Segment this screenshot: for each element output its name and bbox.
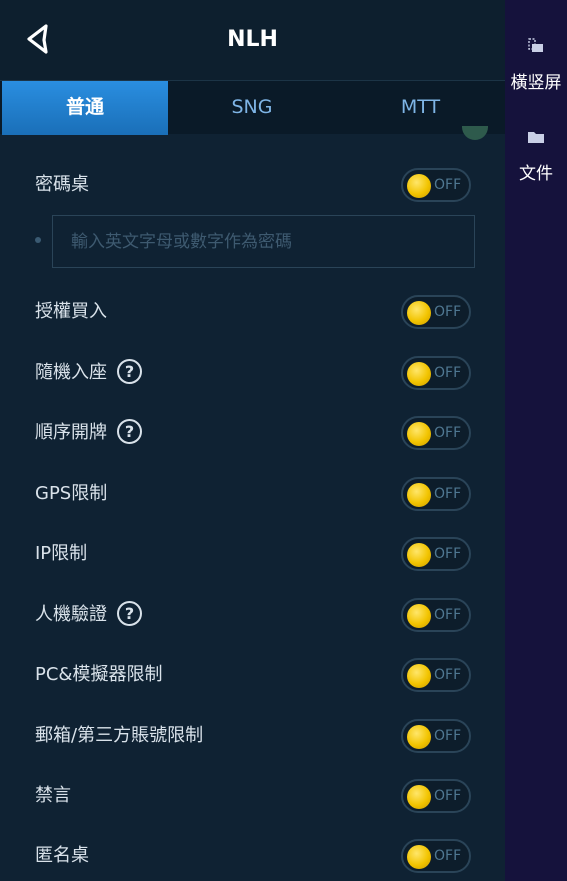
game-type-tabs: 普通 SNG MTT (0, 80, 505, 135)
scroll-indicator (462, 126, 488, 140)
setting-row-gps-limit: GPS限制 OFF (0, 469, 505, 519)
setting-row-password-table: 密碼桌 OFF (0, 160, 505, 210)
side-item-label: 文件 (519, 164, 553, 184)
pc-emulator-limit-toggle[interactable]: OFF (401, 658, 471, 692)
setting-label: 順序開牌? (35, 408, 142, 458)
bullet-dot (35, 237, 41, 243)
side-panel: 橫竖屏 文件 (505, 0, 567, 881)
toggle-state: OFF (434, 788, 462, 804)
setting-label: PC&模擬器限制 (35, 664, 163, 685)
setting-label: 禁言 (35, 785, 71, 806)
toggle-state: OFF (434, 667, 462, 683)
toggle-knob (407, 301, 431, 325)
setting-row-email-third-party-limit: 郵箱/第三方賬號限制 OFF (0, 711, 505, 761)
toggle-state: OFF (434, 546, 462, 562)
toggle-knob (407, 362, 431, 386)
setting-label-text: 順序開牌 (35, 422, 107, 443)
password-input[interactable] (52, 215, 475, 268)
toggle-knob (407, 604, 431, 628)
captcha-toggle[interactable]: OFF (401, 598, 471, 632)
mute-chat-toggle[interactable]: OFF (401, 779, 471, 813)
folder-icon (528, 132, 544, 143)
setting-label-text: 人機驗證 (35, 604, 107, 625)
toggle-knob (407, 845, 431, 869)
setting-row-mute-chat: 禁言 OFF (0, 771, 505, 821)
setting-row-authorized-buy-in: 授權買入 OFF (0, 287, 505, 337)
tab-normal[interactable]: 普通 (2, 81, 168, 135)
setting-row-random-seat: 隨機入座? OFF (0, 348, 505, 398)
setting-label-text: 隨機入座 (35, 362, 107, 383)
setting-row-ip-limit: IP限制 OFF (0, 529, 505, 579)
ip-limit-toggle[interactable]: OFF (401, 537, 471, 571)
toggle-state: OFF (434, 425, 462, 441)
setting-row-anonymous-table: 匿名桌 OFF (0, 831, 505, 881)
toggle-state: OFF (434, 607, 462, 623)
setting-label: 郵箱/第三方賬號限制 (35, 725, 204, 746)
setting-label: 授權買入 (35, 301, 107, 322)
toggle-knob (407, 174, 431, 198)
game-settings-panel: NLH 普通 SNG MTT 密碼桌 OFF 授權買入 OFF 隨機入座? (0, 0, 505, 881)
back-arrow-icon (27, 24, 48, 54)
setting-label: 密碼桌 (35, 174, 89, 195)
authorized-buy-in-toggle[interactable]: OFF (401, 295, 471, 329)
setting-label: IP限制 (35, 543, 88, 564)
toggle-state: OFF (434, 728, 462, 744)
page-title: NLH (227, 27, 278, 52)
gps-limit-toggle[interactable]: OFF (401, 477, 471, 511)
rotate-screen-icon (528, 38, 543, 52)
password-table-toggle[interactable]: OFF (401, 168, 471, 202)
toggle-knob (407, 785, 431, 809)
side-item-label: 橫竖屏 (510, 73, 562, 93)
anonymous-table-toggle[interactable]: OFF (401, 839, 471, 873)
toggle-state: OFF (434, 486, 462, 502)
file-button[interactable]: 文件 (505, 127, 567, 187)
top-bar: NLH (0, 0, 505, 80)
setting-row-pc-emulator-limit: PC&模擬器限制 OFF (0, 650, 505, 700)
random-seat-toggle[interactable]: OFF (401, 356, 471, 390)
tab-sng[interactable]: SNG (168, 81, 336, 135)
toggle-knob (407, 664, 431, 688)
toggle-state: OFF (434, 304, 462, 320)
email-third-party-limit-toggle[interactable]: OFF (401, 719, 471, 753)
setting-label: 人機驗證? (35, 590, 142, 640)
toggle-state: OFF (434, 848, 462, 864)
toggle-knob (407, 483, 431, 507)
sequential-reveal-toggle[interactable]: OFF (401, 416, 471, 450)
setting-row-captcha: 人機驗證? OFF (0, 590, 505, 640)
toggle-knob (407, 543, 431, 567)
back-button[interactable] (22, 22, 56, 58)
toggle-knob (407, 422, 431, 446)
setting-row-sequential-reveal: 順序開牌? OFF (0, 408, 505, 458)
rotate-screen-button[interactable]: 橫竖屏 (505, 36, 567, 96)
help-icon[interactable]: ? (117, 358, 142, 384)
toggle-state: OFF (434, 365, 462, 381)
setting-label: GPS限制 (35, 483, 108, 504)
toggle-knob (407, 725, 431, 749)
help-icon[interactable]: ? (117, 418, 142, 444)
setting-label: 隨機入座? (35, 348, 142, 398)
toggle-state: OFF (434, 177, 462, 193)
setting-label: 匿名桌 (35, 845, 89, 866)
help-icon[interactable]: ? (117, 600, 142, 626)
